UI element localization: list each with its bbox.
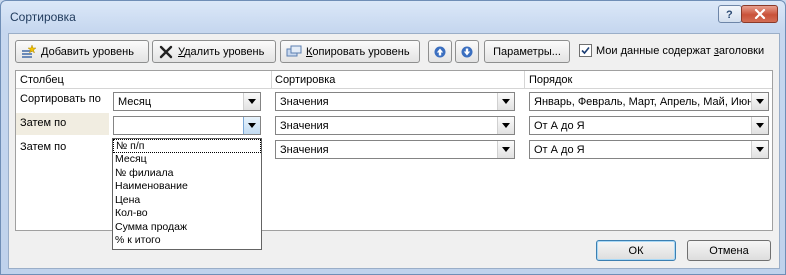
- sort-on-select[interactable]: Значения: [275, 116, 515, 135]
- headers-checkbox-row[interactable]: Мои данные содержат заголовки: [579, 44, 764, 57]
- list-item[interactable]: Цена: [113, 194, 261, 208]
- ok-button[interactable]: ОК: [596, 240, 676, 261]
- delete-icon: [158, 44, 174, 60]
- copy-level-label: Копировать уровень: [306, 45, 410, 58]
- add-level-icon: [21, 43, 37, 60]
- cancel-button[interactable]: Отмена: [687, 240, 771, 261]
- chevron-down-icon[interactable]: [497, 93, 514, 110]
- chevron-down-icon[interactable]: [751, 141, 768, 158]
- parameters-button[interactable]: Параметры...: [484, 40, 570, 63]
- chevron-down-icon[interactable]: [751, 93, 768, 110]
- chevron-down-icon[interactable]: [243, 117, 260, 134]
- chevron-down-icon[interactable]: [497, 141, 514, 158]
- grid-header: Столбец Сортировка Порядок: [16, 71, 772, 89]
- close-icon: [754, 9, 765, 19]
- window-title: Сортировка: [10, 10, 76, 24]
- header-sort: Сортировка: [275, 74, 336, 86]
- order-select[interactable]: От А до Я: [529, 116, 769, 135]
- add-level-button[interactable]: Добавить уровень: [15, 40, 149, 63]
- move-up-button[interactable]: [428, 40, 452, 63]
- column-select[interactable]: [113, 116, 261, 135]
- dialog-body: Добавить уровень Удалить уровень Копиров…: [8, 33, 780, 269]
- help-button[interactable]: ?: [718, 5, 742, 23]
- header-column: Столбец: [20, 74, 64, 86]
- sort-on-select[interactable]: Значения: [275, 92, 515, 111]
- list-item[interactable]: № филиала: [113, 167, 261, 181]
- arrow-down-icon: [461, 46, 473, 57]
- row-label: Сортировать по: [20, 93, 101, 105]
- help-icon: ?: [726, 9, 733, 20]
- column-dropdown-list[interactable]: № п/п Месяц № филиала Наименование Цена …: [112, 138, 262, 250]
- order-select[interactable]: Январь, Февраль, Март, Апрель, Май, Июнь: [529, 92, 769, 111]
- chevron-down-icon[interactable]: [243, 93, 260, 110]
- delete-level-label: Удалить уровень: [178, 45, 265, 58]
- order-select[interactable]: От А до Я: [529, 140, 769, 159]
- row-label: Затем по: [20, 141, 67, 153]
- column-select[interactable]: Месяц: [113, 92, 261, 111]
- header-order: Порядок: [529, 74, 573, 86]
- svg-text:?: ?: [726, 9, 733, 20]
- add-level-label: Добавить уровень: [41, 45, 134, 58]
- copy-level-button[interactable]: Копировать уровень: [280, 40, 420, 63]
- row-label: Затем по: [20, 117, 67, 129]
- chevron-down-icon[interactable]: [497, 117, 514, 134]
- list-item[interactable]: % к итого: [113, 234, 261, 248]
- delete-level-button[interactable]: Удалить уровень: [152, 40, 276, 63]
- headers-checkbox[interactable]: [579, 44, 592, 57]
- close-button[interactable]: [741, 5, 778, 23]
- sort-dialog: Сортировка ? Добавить уровень Удалить ур…: [0, 0, 786, 275]
- list-item[interactable]: Месяц: [113, 153, 261, 167]
- chevron-down-icon[interactable]: [751, 117, 768, 134]
- list-item[interactable]: № п/п: [113, 139, 261, 153]
- list-item[interactable]: Кол-во: [113, 207, 261, 221]
- list-item[interactable]: Наименование: [113, 180, 261, 194]
- move-down-button[interactable]: [455, 40, 479, 63]
- sort-on-select[interactable]: Значения: [275, 140, 515, 159]
- checkmark-icon: [581, 46, 590, 55]
- copy-level-icon: [286, 44, 302, 60]
- list-item[interactable]: Сумма продаж: [113, 221, 261, 235]
- arrow-up-icon: [434, 46, 446, 57]
- headers-checkbox-label: Мои данные содержат заголовки: [596, 44, 765, 57]
